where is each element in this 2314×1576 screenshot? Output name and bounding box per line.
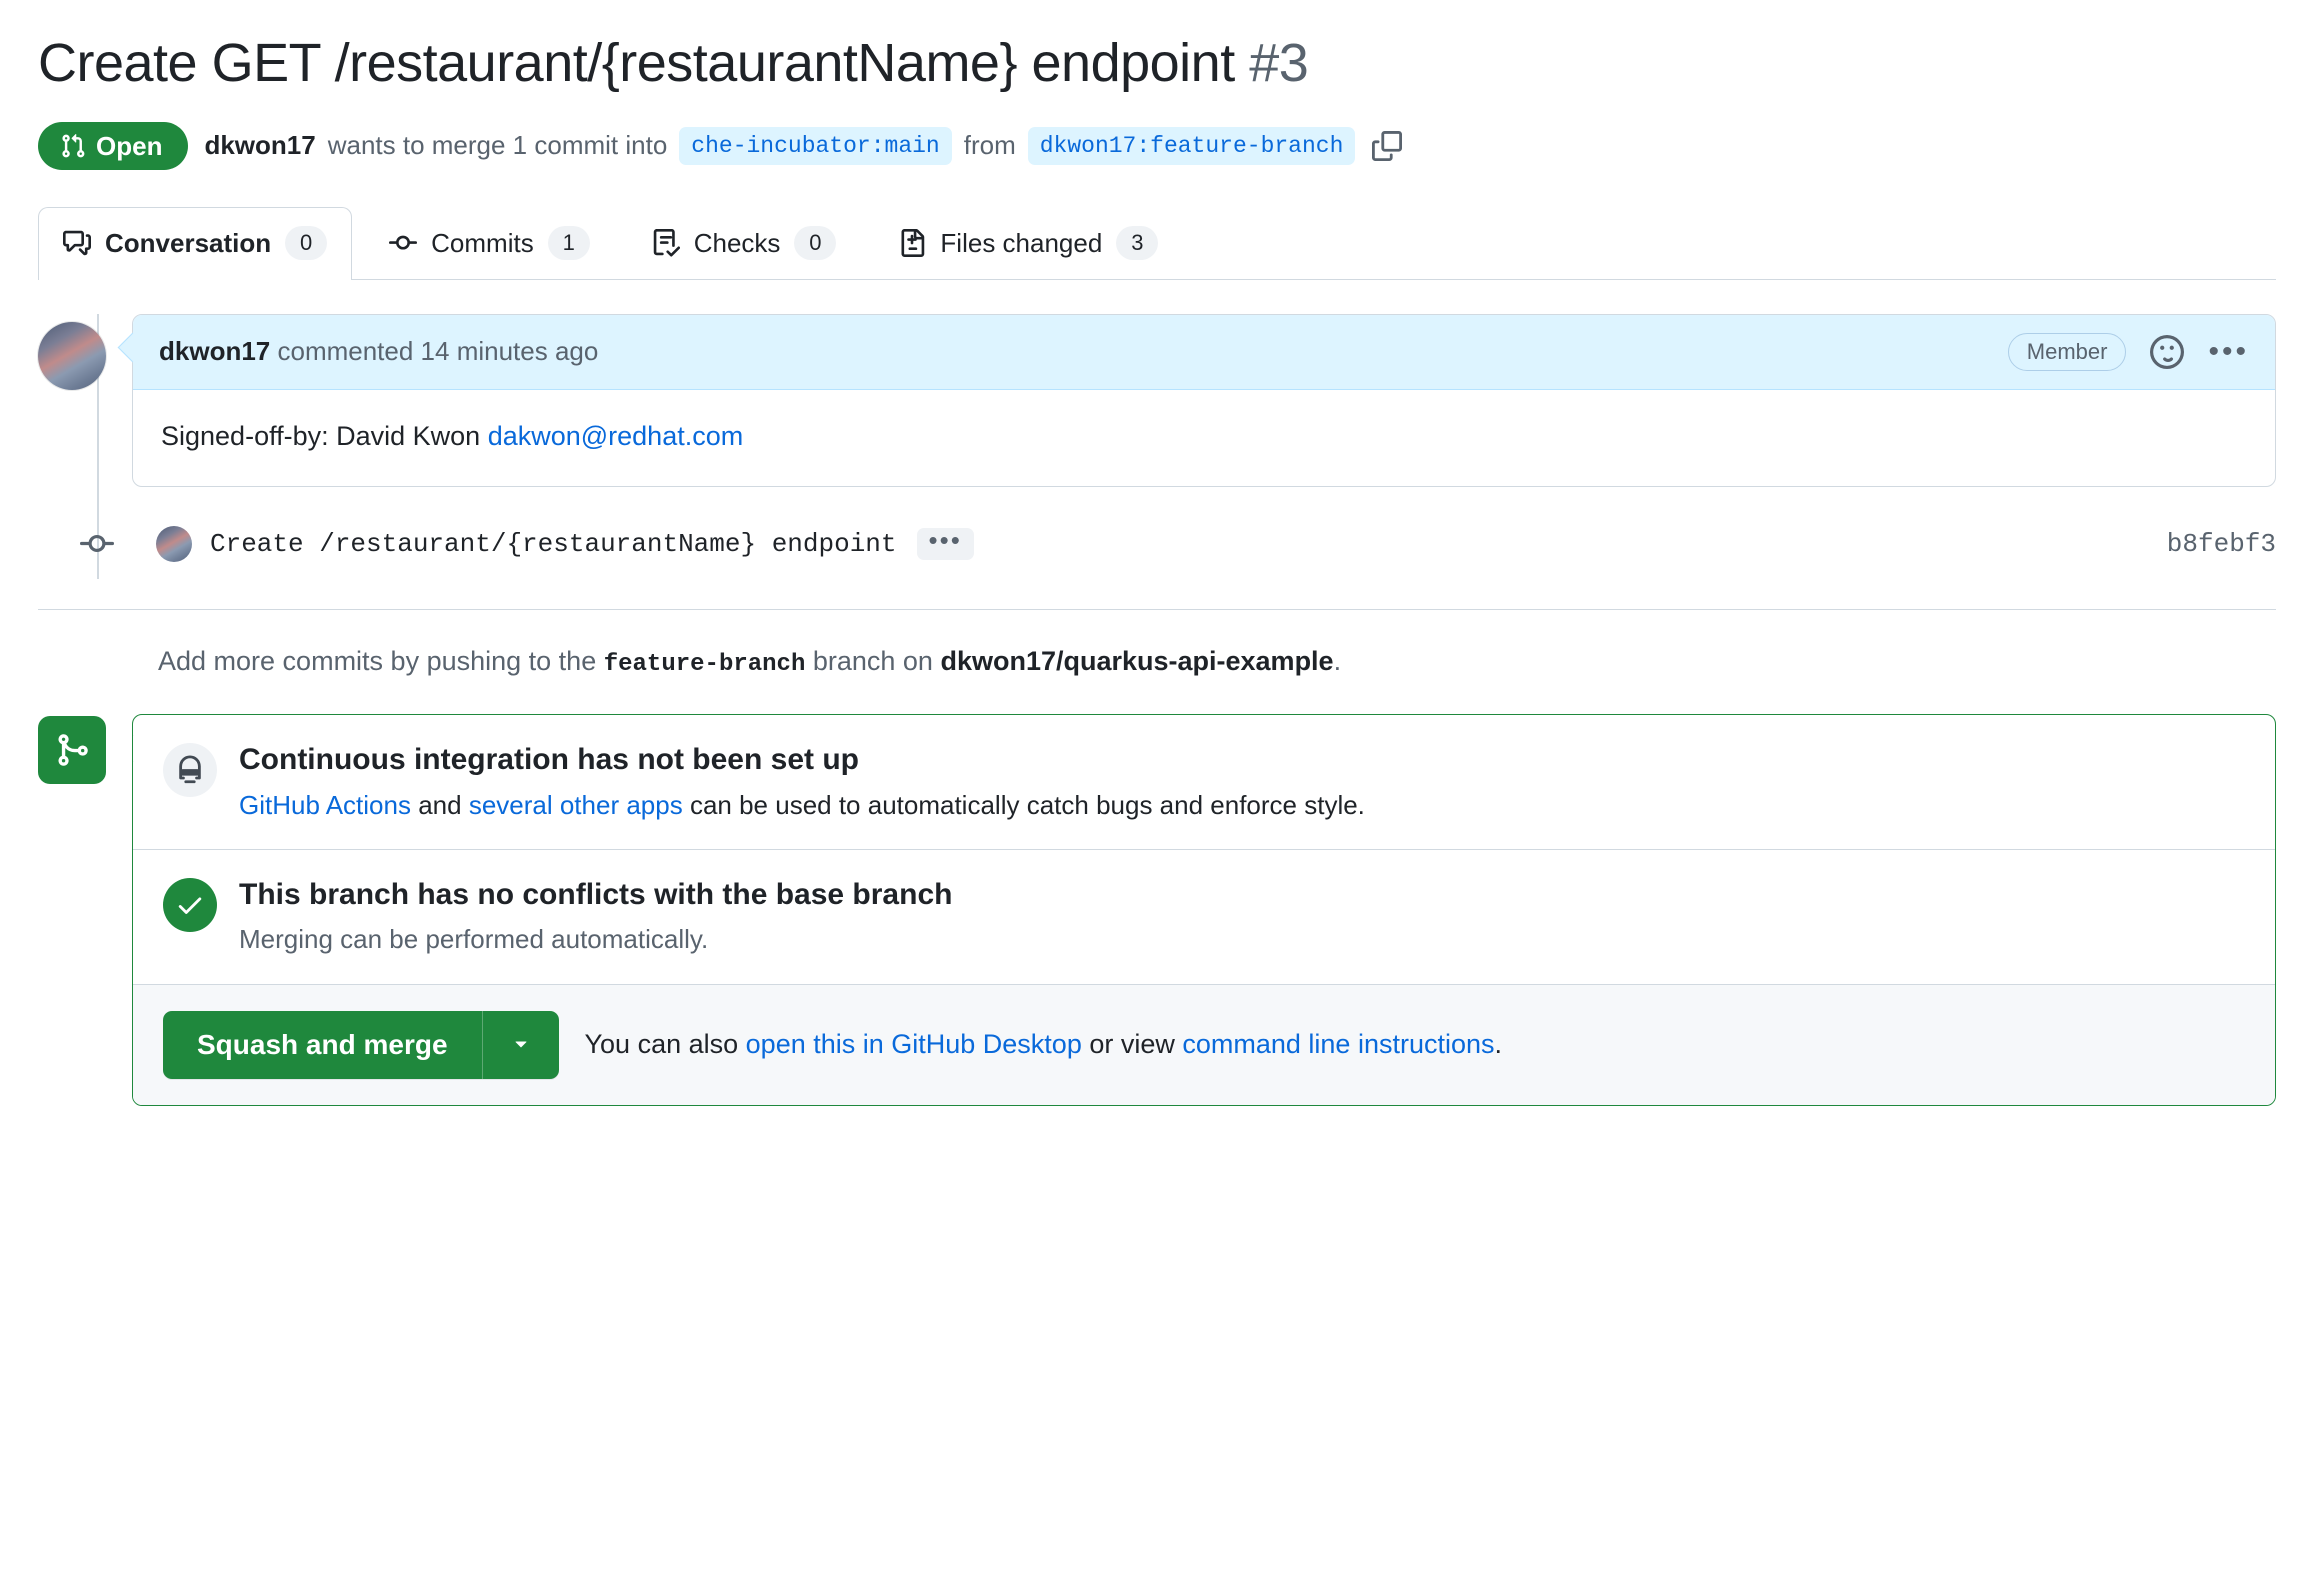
comment-byline: dkwon17 commented 14 minutes ago <box>159 336 598 367</box>
tab-checks-count: 0 <box>794 226 837 260</box>
base-branch-label[interactable]: che-incubator:main <box>679 126 952 165</box>
commit-author-avatar[interactable] <box>156 526 192 562</box>
timeline-divider <box>38 609 2276 610</box>
check-icon <box>163 877 217 932</box>
tab-files-changed-count: 3 <box>1116 226 1159 260</box>
ci-status-text: Continuous integration has not been set … <box>239 741 1365 823</box>
comment-body: Signed-off-by: David Kwon dakwon@redhat.… <box>133 390 2275 487</box>
squash-and-merge-button[interactable]: Squash and merge <box>163 1010 482 1079</box>
add-more-commits-text: Add more commits by pushing to the featu… <box>158 646 2276 678</box>
footer-prefix: You can also <box>584 1029 746 1060</box>
triangle-down-icon <box>509 1031 533 1058</box>
tab-conversation-label: Conversation <box>105 227 272 258</box>
git-pull-request-icon <box>60 133 86 159</box>
commit-expand-button[interactable]: ••• <box>916 527 974 561</box>
merge-box: Continuous integration has not been set … <box>132 714 2276 1106</box>
comment-item: dkwon17 commented 14 minutes ago Member … <box>38 313 2276 487</box>
github-desktop-link[interactable]: open this in GitHub Desktop <box>746 1029 1082 1059</box>
add-commits-middle: branch on <box>805 646 941 676</box>
add-commits-repo: dkwon17/quarkus-api-example <box>940 646 1334 676</box>
conflicts-heading: This branch has no conflicts with the ba… <box>239 877 953 911</box>
tab-conversation[interactable]: Conversation 0 <box>38 206 353 280</box>
commit-message[interactable]: Create /restaurant/{restaurantName} endp… <box>210 529 897 559</box>
tab-commits[interactable]: Commits 1 <box>364 207 615 279</box>
comment-email-link[interactable]: dakwon@redhat.com <box>488 421 744 451</box>
command-line-instructions-link[interactable]: command line instructions <box>1182 1029 1494 1059</box>
commit-hash[interactable]: b8febf3 <box>2167 529 2276 559</box>
git-merge-icon <box>38 716 106 784</box>
footer-middle: or view <box>1081 1029 1183 1060</box>
github-actions-link[interactable]: GitHub Actions <box>239 790 411 820</box>
comment-discussion-icon <box>63 229 91 257</box>
checklist-icon <box>652 229 680 257</box>
comment-box: dkwon17 commented 14 minutes ago Member … <box>132 313 2276 487</box>
git-commit-icon <box>389 229 418 257</box>
ci-status-heading: Continuous integration has not been set … <box>239 743 859 776</box>
tab-checks-label: Checks <box>693 227 781 258</box>
status-badge: Open <box>38 121 189 170</box>
conflicts-status-section: This branch has no conflicts with the ba… <box>133 850 2275 985</box>
merge-description: dkwon17 wants to merge 1 commit into che… <box>204 126 1407 166</box>
add-commits-prefix: Add more commits by pushing to the <box>158 646 604 676</box>
member-badge: Member <box>2007 332 2127 371</box>
merge-section: Continuous integration has not been set … <box>38 714 2276 1106</box>
merge-sentence-part-1: wants to merge 1 commit into <box>327 130 668 160</box>
comment-timestamp: commented 14 minutes ago <box>277 336 599 366</box>
merge-footer-text: You can also open this in GitHub Desktop… <box>585 1029 1503 1060</box>
comment-header-actions: Member ••• <box>2007 332 2249 371</box>
smiley-icon[interactable] <box>2150 334 2185 369</box>
comment-header: dkwon17 commented 14 minutes ago Member … <box>133 314 2275 390</box>
tab-files-changed[interactable]: Files changed 3 <box>873 207 1183 279</box>
conflicts-status-text: This branch has no conflicts with the ba… <box>239 876 952 958</box>
ci-status-sub: GitHub Actions and several other apps ca… <box>239 787 1365 823</box>
add-commits-suffix: . <box>1333 646 1342 676</box>
file-diff-icon <box>898 229 926 257</box>
add-commits-branch: feature-branch <box>603 651 806 678</box>
merge-method-dropdown-button[interactable] <box>481 1010 559 1079</box>
other-apps-link[interactable]: several other apps <box>469 790 683 820</box>
tab-conversation-count: 0 <box>285 226 328 260</box>
conflicts-sub: Merging can be performed automatically. <box>239 924 709 955</box>
ci-middle-text: and <box>410 789 469 820</box>
kebab-horizontal-icon[interactable]: ••• <box>2208 336 2249 366</box>
git-commit-node-icon <box>38 527 156 561</box>
ci-status-section: Continuous integration has not been set … <box>133 715 2275 850</box>
tab-files-changed-label: Files changed <box>940 227 1103 258</box>
page-title: Create GET /restaurant/{restaurantName} … <box>38 30 2276 98</box>
pr-number: #3 <box>1249 33 1309 93</box>
pr-subhead: Open dkwon17 wants to merge 1 commit int… <box>38 121 2276 170</box>
pr-title-text: Create GET /restaurant/{restaurantName} … <box>38 33 1235 93</box>
merge-button-group: Squash and merge <box>163 1010 559 1079</box>
comment-author[interactable]: dkwon17 <box>159 336 270 366</box>
status-badge-label: Open <box>96 130 163 161</box>
footer-suffix: . <box>1494 1029 1503 1060</box>
comment-text: Signed-off-by: David Kwon <box>161 420 488 451</box>
head-branch-label[interactable]: dkwon17:feature-branch <box>1027 126 1356 165</box>
hubot-icon <box>163 743 217 797</box>
commit-row: Create /restaurant/{restaurantName} endp… <box>38 509 2276 579</box>
pr-author[interactable]: dkwon17 <box>204 130 315 161</box>
merge-sentence-part-2: from <box>963 130 1016 160</box>
tab-commits-count: 1 <box>547 226 590 260</box>
tab-checks[interactable]: Checks 0 <box>627 207 862 279</box>
pull-request-page: Create GET /restaurant/{restaurantName} … <box>0 30 2314 1576</box>
pr-timeline: dkwon17 commented 14 minutes ago Member … <box>38 313 2276 579</box>
avatar[interactable] <box>38 321 106 390</box>
copy-icon[interactable] <box>1367 126 1407 166</box>
ci-tail-text: can be used to automatically catch bugs … <box>682 789 1365 820</box>
pr-tabnav: Conversation 0 Commits 1 Checks 0 Files … <box>38 206 2276 280</box>
tab-commits-label: Commits <box>431 227 534 258</box>
merge-footer: Squash and merge You can also open this … <box>133 984 2275 1105</box>
